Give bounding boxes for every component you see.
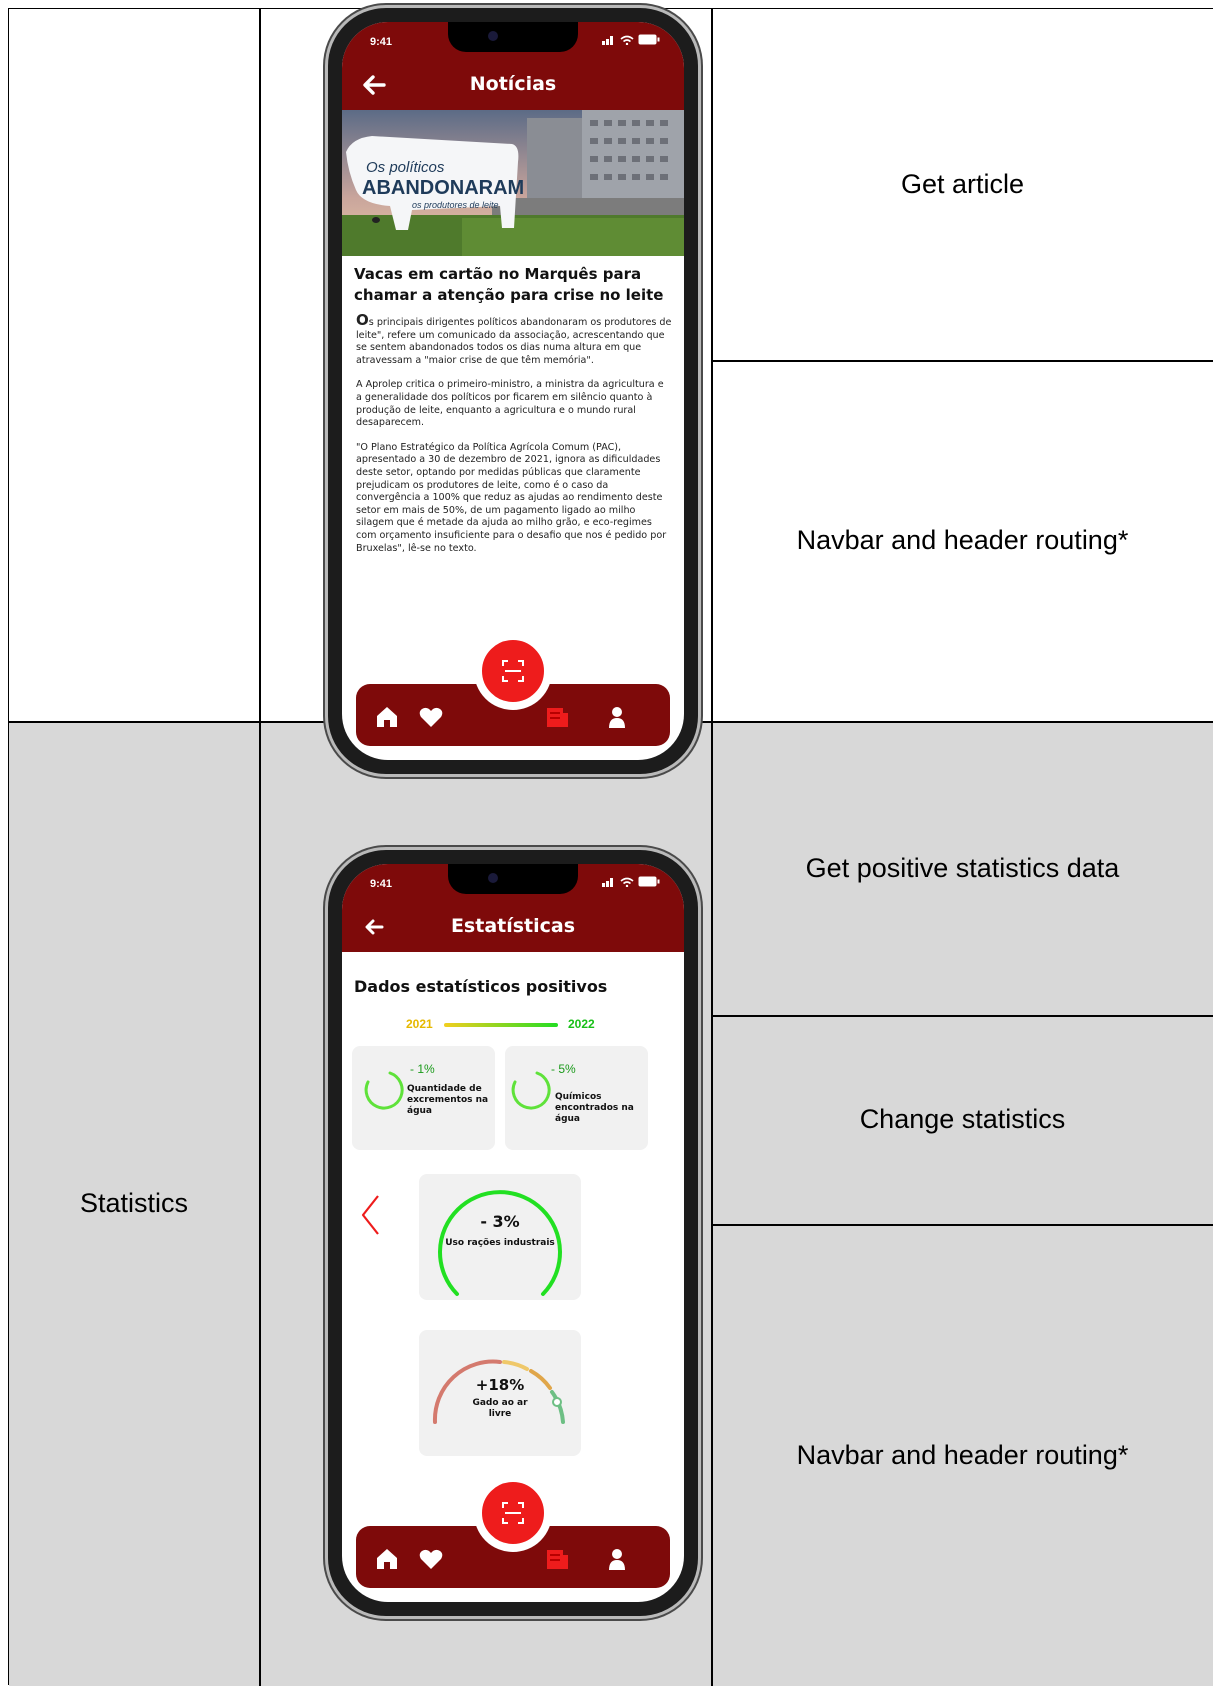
home-icon[interactable] (374, 1546, 400, 1572)
scan-icon (502, 1502, 524, 1524)
grid-line (259, 9, 261, 1686)
stat-card-chemicals: - 5% Químicos encontrados na água (505, 1046, 648, 1150)
gauge-card-feed: - 3% Uso rações industrais (419, 1174, 581, 1300)
article-image: Os políticos ABANDONARAM os produtores d… (342, 110, 684, 256)
battery-icon (638, 34, 660, 45)
legend-year-from: 2021 (406, 1017, 433, 1031)
heart-icon[interactable] (418, 704, 444, 730)
grid-line (711, 360, 1213, 362)
grid-line (711, 1224, 1213, 1226)
gauge-label: Gado ao ar livre (472, 1398, 528, 1419)
chevron-left-icon[interactable] (358, 1192, 384, 1238)
status-time: 9:41 (370, 36, 393, 48)
scan-button[interactable] (474, 632, 552, 710)
gauge-value: +18% (475, 1376, 525, 1394)
year-legend: 2021 2022 (342, 1014, 684, 1034)
legend-year-to: 2022 (568, 1017, 595, 1031)
gauge-card-free-range: +18% Gado ao ar livre (419, 1330, 581, 1456)
action-get-article: Get article (900, 169, 1025, 199)
page-title: Notícias (469, 73, 557, 95)
scan-button[interactable] (474, 1474, 552, 1552)
gauge-label: Uso rações industrais (445, 1238, 555, 1248)
stat-card-excrements: - 1% Quantidade de excrementos na água (352, 1046, 495, 1150)
dropcap: O (356, 311, 369, 329)
phone-news: 9:41 Notícias Os políticos ABANDONARAM o… (328, 8, 698, 774)
grid-line (711, 1015, 1213, 1017)
app-header: Notícias (342, 62, 684, 110)
card-label: Quantidade de excrementos na água (407, 1084, 489, 1116)
action-navbar-routing-row1: Navbar and header routing* (796, 525, 1129, 555)
article-title: Vacas em cartão no Marquês para chamar a… (354, 265, 664, 304)
photo-caption-line1: Os políticos (366, 159, 445, 176)
heart-icon[interactable] (418, 1546, 444, 1572)
grid-line (711, 9, 713, 1686)
notch (448, 864, 578, 894)
progress-ring (511, 1071, 551, 1110)
card-label: Químicos encontrados na água (555, 1092, 634, 1124)
legend-gradient-bar (444, 1023, 558, 1027)
screen-news: 9:41 Notícias Os políticos ABANDONARAM o… (342, 22, 684, 760)
feature-cell-row1 (9, 9, 259, 721)
newspaper-icon[interactable] (544, 1546, 570, 1572)
notch (448, 22, 578, 52)
gauge-arc (432, 1359, 565, 1424)
user-icon[interactable] (604, 704, 630, 730)
phone-statistics: 9:41 Estatísticas Dados estatísticos pos… (328, 850, 698, 1616)
gauge-value: - 3% (480, 1212, 520, 1231)
photo-caption-line3: os produtores de leite (412, 200, 499, 210)
card-value: - 1% (410, 1062, 435, 1076)
progress-ring (364, 1071, 404, 1110)
article-paragraph: Os principais dirigentes políticos aband… (356, 311, 672, 366)
home-icon[interactable] (374, 704, 400, 730)
user-icon[interactable] (604, 1546, 630, 1572)
scan-icon (502, 660, 524, 682)
camera-icon (488, 31, 498, 41)
signal-icon (602, 877, 613, 887)
page-title: Estatísticas (450, 915, 576, 937)
screen-statistics: 9:41 Estatísticas Dados estatísticos pos… (342, 864, 684, 1602)
signal-icon (602, 35, 613, 45)
article-paragraph: A Aprolep critica o primeiro-ministro, a… (356, 379, 664, 429)
battery-icon (638, 876, 660, 887)
wifi-icon (620, 877, 634, 887)
article-paragraph: "O Plano Estratégico da Política Agrícol… (356, 441, 667, 554)
camera-icon (488, 873, 498, 883)
status-time: 9:41 (370, 878, 393, 890)
article-body: Os principais dirigentes políticos aband… (356, 311, 672, 567)
wifi-icon (620, 35, 634, 45)
card-value: - 5% (551, 1062, 576, 1076)
newspaper-icon[interactable] (544, 704, 570, 730)
feature-cell-statistics: Statistics (9, 721, 259, 1686)
app-header: Estatísticas (342, 904, 684, 952)
photo-caption-line2: ABANDONARAM (362, 177, 524, 199)
action-change-statistics: Change statistics (711, 1015, 1213, 1224)
action-navbar-routing-row2: Navbar and header routing* (711, 1224, 1213, 1686)
action-get-positive-stats: Get positive statistics data (711, 721, 1213, 1015)
section-title: Dados estatísticos positivos (354, 977, 608, 996)
